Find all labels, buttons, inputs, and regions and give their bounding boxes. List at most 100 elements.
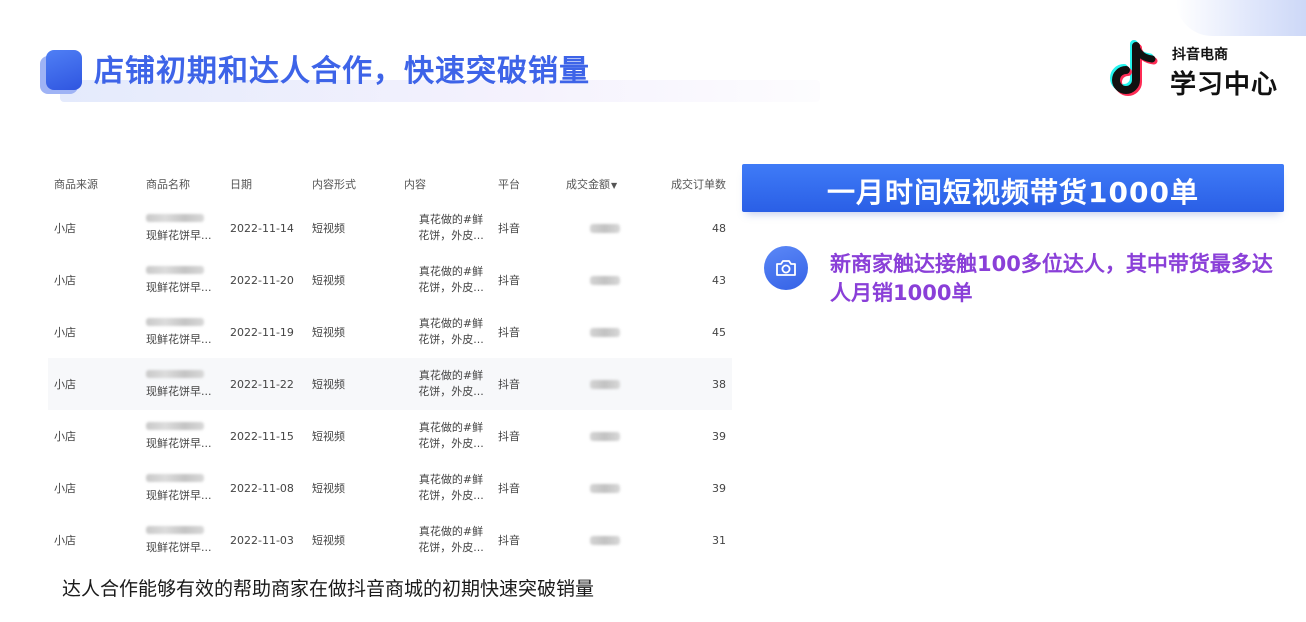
cell-date: 2022-11-14 bbox=[230, 221, 294, 235]
cell-amount bbox=[566, 275, 650, 285]
blurred-amount bbox=[590, 327, 620, 337]
column-header-platform[interactable]: 平台 bbox=[498, 176, 566, 192]
cell-name-text: 现鲜花饼早... bbox=[146, 436, 212, 450]
cell-name: 现鲜花饼早... bbox=[146, 525, 230, 555]
page-title: 店铺初期和达人合作，快速突破销量 bbox=[94, 54, 590, 89]
blurred-text bbox=[146, 473, 204, 482]
cell-content-line1: 真花做的#鲜 bbox=[418, 369, 484, 382]
cell-orders: 31 bbox=[712, 533, 726, 547]
cell-name: 现鲜花饼早... bbox=[146, 265, 230, 295]
column-header-amount-label: 成交金额 bbox=[566, 178, 610, 191]
blurred-text bbox=[146, 421, 204, 430]
cell-content: 真花做的#鲜 花饼，外皮... bbox=[404, 368, 498, 400]
column-header-orders[interactable]: 成交订单数 bbox=[650, 176, 732, 192]
cell-amount bbox=[566, 483, 650, 493]
cell-source: 小店 bbox=[54, 534, 76, 547]
column-header-date[interactable]: 日期 bbox=[230, 176, 312, 192]
cell-date: 2022-11-22 bbox=[230, 377, 294, 391]
cell-name: 现鲜花饼早... bbox=[146, 421, 230, 451]
cell-amount bbox=[566, 223, 650, 233]
logo-small-text: 抖音电商 bbox=[1172, 47, 1228, 63]
table-row[interactable]: 小店 现鲜花饼早... 2022-11-15 短视频 真花做的#鲜 花饼，外皮..… bbox=[48, 410, 732, 462]
title-bullet-icon bbox=[40, 50, 84, 94]
cell-name-text: 现鲜花饼早... bbox=[146, 332, 212, 346]
blurred-text bbox=[146, 317, 204, 326]
table-row[interactable]: 小店 现鲜花饼早... 2022-11-20 短视频 真花做的#鲜 花饼，外皮..… bbox=[48, 254, 732, 306]
cell-content: 真花做的#鲜 花饼，外皮... bbox=[404, 316, 498, 348]
cell-content-line1: 真花做的#鲜 bbox=[418, 525, 484, 538]
highlight-banner: 一月时间短视频带货1000单 bbox=[742, 164, 1284, 212]
cell-platform: 抖音 bbox=[498, 534, 520, 547]
cell-content-line2: 花饼，外皮... bbox=[418, 437, 484, 450]
cell-amount bbox=[566, 431, 650, 441]
blurred-amount bbox=[590, 483, 620, 493]
cell-content-line2: 花饼，外皮... bbox=[418, 229, 484, 242]
cell-name: 现鲜花饼早... bbox=[146, 213, 230, 243]
cell-format: 短视频 bbox=[312, 430, 345, 443]
cell-orders: 43 bbox=[712, 273, 726, 287]
cell-format: 短视频 bbox=[312, 482, 345, 495]
column-header-format[interactable]: 内容形式 bbox=[312, 176, 404, 192]
blurred-amount bbox=[590, 379, 620, 389]
blurred-amount bbox=[590, 535, 620, 545]
cell-platform: 抖音 bbox=[498, 430, 520, 443]
table-row-hovered[interactable]: 小店 现鲜花饼早... 2022-11-22 短视频 真花做的#鲜 花饼，外皮..… bbox=[48, 358, 732, 410]
cell-date: 2022-11-15 bbox=[230, 429, 294, 443]
column-header-content[interactable]: 内容 bbox=[404, 176, 498, 192]
table-row[interactable]: 小店 现鲜花饼早... 2022-11-03 短视频 真花做的#鲜 花饼，外皮..… bbox=[48, 514, 732, 566]
cell-name-text: 现鲜花饼早... bbox=[146, 540, 212, 554]
cell-content-line2: 花饼，外皮... bbox=[418, 333, 484, 346]
blurred-text bbox=[146, 369, 204, 378]
cell-date: 2022-11-20 bbox=[230, 273, 294, 287]
cell-platform: 抖音 bbox=[498, 482, 520, 495]
cell-platform: 抖音 bbox=[498, 222, 520, 235]
table-row[interactable]: 小店 现鲜花饼早... 2022-11-14 短视频 真花做的#鲜 花饼，外皮..… bbox=[48, 202, 732, 254]
column-header-name[interactable]: 商品名称 bbox=[146, 176, 230, 192]
cell-platform: 抖音 bbox=[498, 274, 520, 287]
blurred-text bbox=[146, 265, 204, 274]
cell-format: 短视频 bbox=[312, 378, 345, 391]
cell-format: 短视频 bbox=[312, 222, 345, 235]
cell-content: 真花做的#鲜 花饼，外皮... bbox=[404, 264, 498, 296]
cell-source: 小店 bbox=[54, 326, 76, 339]
cell-name: 现鲜花饼早... bbox=[146, 317, 230, 347]
table-row[interactable]: 小店 现鲜花饼早... 2022-11-08 短视频 真花做的#鲜 花饼，外皮..… bbox=[48, 462, 732, 514]
cell-amount bbox=[566, 379, 650, 389]
cell-name-text: 现鲜花饼早... bbox=[146, 488, 212, 502]
cell-source: 小店 bbox=[54, 378, 76, 391]
column-header-source[interactable]: 商品来源 bbox=[48, 176, 146, 192]
cell-format: 短视频 bbox=[312, 274, 345, 287]
cell-name: 现鲜花饼早... bbox=[146, 473, 230, 503]
cell-source: 小店 bbox=[54, 274, 76, 287]
sort-down-icon[interactable]: ▼ bbox=[611, 181, 617, 190]
cell-content: 真花做的#鲜 花饼，外皮... bbox=[404, 524, 498, 556]
cell-orders: 39 bbox=[712, 481, 726, 495]
cell-source: 小店 bbox=[54, 222, 76, 235]
cell-format: 短视频 bbox=[312, 326, 345, 339]
banner-text: 一月时间短视频带货1000单 bbox=[827, 176, 1199, 209]
table-row[interactable]: 小店 现鲜花饼早... 2022-11-19 短视频 真花做的#鲜 花饼，外皮..… bbox=[48, 306, 732, 358]
corner-decoration bbox=[1176, 0, 1306, 36]
douyin-note-icon bbox=[1110, 40, 1158, 96]
cell-name-text: 现鲜花饼早... bbox=[146, 384, 212, 398]
logo-big-text: 学习中心 bbox=[1170, 70, 1279, 100]
douyin-ecommerce-logo: 抖音电商 学习中心 bbox=[1106, 40, 1296, 104]
cell-content-line1: 真花做的#鲜 bbox=[418, 473, 484, 486]
cell-platform: 抖音 bbox=[498, 326, 520, 339]
cell-content: 真花做的#鲜 花饼，外皮... bbox=[404, 472, 498, 504]
cell-name-text: 现鲜花饼早... bbox=[146, 228, 212, 242]
cell-source: 小店 bbox=[54, 430, 76, 443]
sales-table: 商品来源 商品名称 日期 内容形式 内容 平台 成交金额▼ 成交订单数 小店 现… bbox=[48, 166, 732, 566]
cell-content-line2: 花饼，外皮... bbox=[418, 489, 484, 502]
cell-content-line1: 真花做的#鲜 bbox=[418, 265, 484, 278]
cell-date: 2022-11-19 bbox=[230, 325, 294, 339]
note-text: 新商家触达接触100多位达人，其中带货最多达人月销1000单 bbox=[830, 252, 1273, 305]
cell-source: 小店 bbox=[54, 482, 76, 495]
table-header: 商品来源 商品名称 日期 内容形式 内容 平台 成交金额▼ 成交订单数 bbox=[48, 166, 732, 202]
cell-content-line2: 花饼，外皮... bbox=[418, 281, 484, 294]
cell-content-line1: 真花做的#鲜 bbox=[418, 317, 484, 330]
cell-orders: 48 bbox=[712, 221, 726, 235]
cell-orders: 38 bbox=[712, 377, 726, 391]
column-header-amount[interactable]: 成交金额▼ bbox=[566, 176, 650, 192]
cell-orders: 39 bbox=[712, 429, 726, 443]
